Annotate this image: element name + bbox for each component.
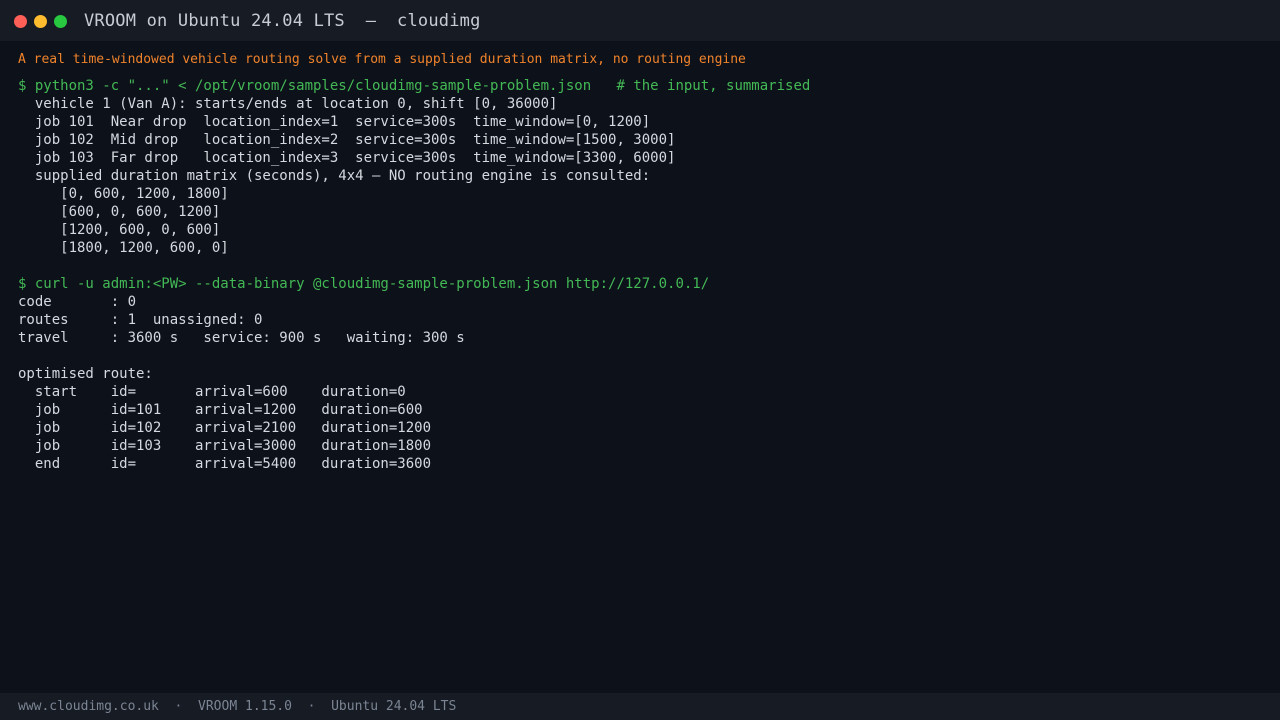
output-line: job id=101 arrival=1200 duration=600 [18, 402, 423, 418]
output-line: start id= arrival=600 duration=0 [18, 384, 406, 400]
output-line: supplied duration matrix (seconds), 4x4 … [18, 168, 651, 184]
close-window-button[interactable] [14, 15, 27, 28]
output-line: job id=102 arrival=2100 duration=1200 [18, 420, 432, 436]
output-line: optimised route: [18, 366, 153, 382]
terminal-output[interactable]: A real time-windowed vehicle routing sol… [18, 51, 1262, 473]
minimize-window-button[interactable] [34, 15, 47, 28]
window-titlebar: VROOM on Ubuntu 24.04 LTS – cloudimg [0, 0, 1280, 41]
status-version: VROOM 1.15.0 [198, 699, 292, 714]
status-website-link[interactable]: www.cloudimg.co.uk [18, 699, 159, 714]
output-line: vehicle 1 (Van A): starts/ends at locati… [18, 96, 558, 112]
status-separator: · [174, 699, 183, 714]
command-line: $ curl -u admin:<PW> --data-binary @clou… [18, 276, 710, 292]
command-line: $ python3 -c "..." < /opt/vroom/samples/… [18, 78, 811, 94]
window-title: VROOM on Ubuntu 24.04 LTS – cloudimg [84, 11, 481, 31]
output-line: job 102 Mid drop location_index=2 servic… [18, 132, 676, 148]
output-line: end id= arrival=5400 duration=3600 [18, 456, 432, 472]
output-line: [0, 600, 1200, 1800] [18, 186, 229, 202]
output-line: job 103 Far drop location_index=3 servic… [18, 150, 676, 166]
window-controls [14, 15, 67, 28]
output-line: [1200, 600, 0, 600] [18, 222, 221, 238]
output-line: [1800, 1200, 600, 0] [18, 240, 229, 256]
output-line: job id=103 arrival=3000 duration=1800 [18, 438, 432, 454]
output-line: [600, 0, 600, 1200] [18, 204, 221, 220]
output-line: routes : 1 unassigned: 0 [18, 312, 263, 328]
output-line: job 101 Near drop location_index=1 servi… [18, 114, 651, 130]
output-line: code : 0 [18, 294, 137, 310]
status-bar: www.cloudimg.co.uk · VROOM 1.15.0 · Ubun… [0, 693, 1280, 720]
status-separator: · [307, 699, 316, 714]
terminal-lines: $ python3 -c "..." < /opt/vroom/samples/… [18, 77, 1262, 473]
output-line: travel : 3600 s service: 900 s waiting: … [18, 330, 465, 346]
maximize-window-button[interactable] [54, 15, 67, 28]
status-text: www.cloudimg.co.uk · VROOM 1.15.0 · Ubun… [18, 699, 456, 715]
status-os: Ubuntu 24.04 LTS [331, 699, 457, 714]
terminal-subtitle: A real time-windowed vehicle routing sol… [18, 52, 746, 67]
